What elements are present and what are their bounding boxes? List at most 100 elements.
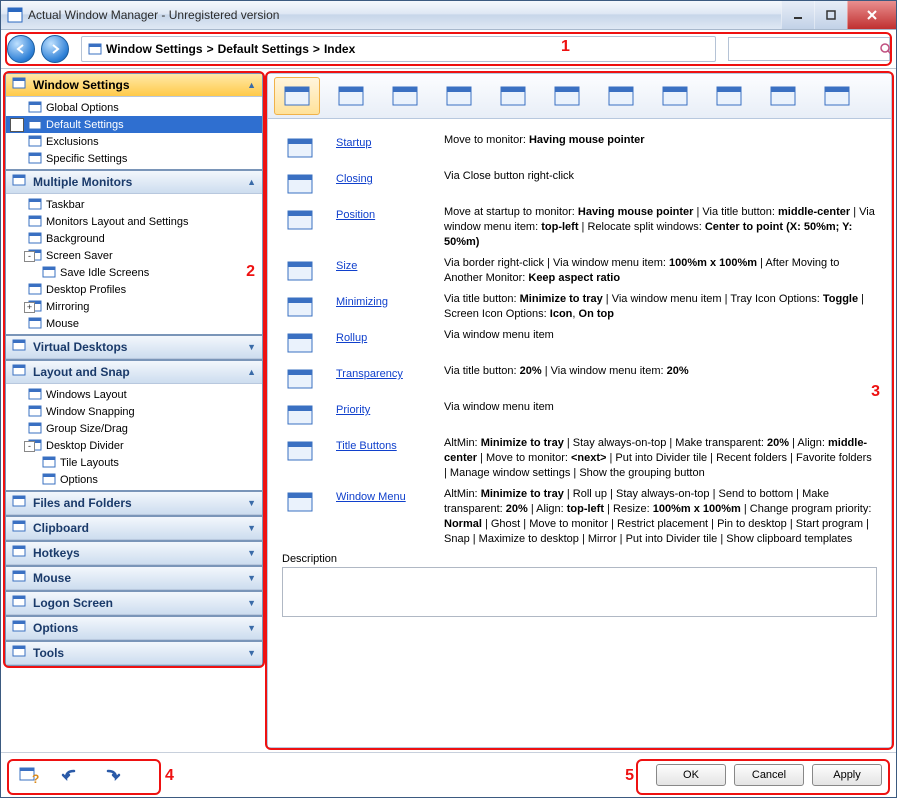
windowmenu-link[interactable]: Window Menu [336, 491, 406, 503]
minimizing-desc: Via title button: Minimize to tray | Via… [444, 292, 877, 322]
apply-button[interactable]: Apply [812, 764, 882, 786]
annotation-4: 4 [165, 767, 174, 785]
breadcrumb[interactable]: Window Settings > Default Settings > Ind… [81, 36, 716, 62]
item-label: Desktop Profiles [46, 284, 126, 296]
sidebar-item-group-size/drag[interactable]: Group Size/Drag [6, 420, 262, 437]
setting-row-transparency: Transparency Via title button: 20% | Via … [282, 364, 877, 394]
toolbar-closing-button[interactable] [382, 77, 428, 115]
item-label: Mirroring [46, 301, 89, 313]
closing-link[interactable]: Closing [336, 173, 373, 185]
startup-icon [282, 133, 318, 163]
panel-header-layout-and-snap[interactable]: Layout and Snap▲ [6, 361, 262, 384]
item-icon [28, 283, 42, 297]
panel-header-clipboard[interactable]: Clipboard▼ [6, 517, 262, 540]
panel-icon [12, 364, 28, 380]
toolbar-position-button[interactable] [436, 77, 482, 115]
help-button[interactable]: ? [15, 762, 43, 788]
toolbar-transparency-button[interactable] [652, 77, 698, 115]
sidebar-item-windows-layout[interactable]: Windows Layout [6, 386, 262, 403]
panel-header-tools[interactable]: Tools▼ [6, 642, 262, 665]
toolbar-title-buttons-button[interactable] [760, 77, 806, 115]
annotation-5: 5 [625, 767, 634, 785]
toolbar-window-menu-button[interactable] [814, 77, 860, 115]
sidebar-item-specific-settings[interactable]: Specific Settings [6, 150, 262, 167]
rollup-link[interactable]: Rollup [336, 332, 367, 344]
panel-title: Window Settings [33, 78, 130, 92]
priority-link[interactable]: Priority [336, 404, 370, 416]
toolbar-minimizing-button[interactable] [544, 77, 590, 115]
size-link[interactable]: Size [336, 260, 357, 272]
panel-icon [12, 570, 28, 586]
toolbar-index-button[interactable] [274, 77, 320, 115]
checkbox-icon: ✓ [10, 118, 24, 132]
titlebuttons-link[interactable]: Title Buttons [336, 440, 397, 452]
sidebar-item-exclusions[interactable]: Exclusions [6, 133, 262, 150]
position-link[interactable]: Position [336, 209, 375, 221]
description-textarea[interactable] [282, 567, 877, 617]
sidebar-item-mirroring[interactable]: + Mirroring [6, 298, 262, 315]
panel-header-window-settings[interactable]: Window Settings▲ [6, 74, 262, 97]
cancel-button[interactable]: Cancel [734, 764, 804, 786]
toolbar-rollup-button[interactable] [598, 77, 644, 115]
sidebar-item-background[interactable]: Background [6, 230, 262, 247]
panel-header-options[interactable]: Options▼ [6, 617, 262, 640]
panel-icon [12, 495, 28, 511]
search-input[interactable] [729, 43, 879, 55]
sidebar-item-save-idle-screens[interactable]: Save Idle Screens [6, 264, 262, 281]
item-label: Default Settings [46, 119, 124, 131]
closing-icon [390, 83, 420, 109]
panel-header-virtual-desktops[interactable]: Virtual Desktops▼ [6, 336, 262, 359]
minimizing-link[interactable]: Minimizing [336, 296, 388, 308]
tree-toggle[interactable]: + [24, 302, 35, 313]
panel-header-mouse[interactable]: Mouse▼ [6, 567, 262, 590]
search-icon[interactable] [879, 42, 893, 56]
chevron-icon: ▼ [247, 523, 256, 533]
sidebar-item-desktop-profiles[interactable]: Desktop Profiles [6, 281, 262, 298]
panel-header-hotkeys[interactable]: Hotkeys▼ [6, 542, 262, 565]
redo-button[interactable] [99, 762, 127, 788]
breadcrumb-seg: Default Settings [218, 42, 309, 56]
toolbar-size-button[interactable] [490, 77, 536, 115]
minimize-button[interactable] [781, 1, 814, 29]
chevron-icon: ▼ [247, 498, 256, 508]
sidebar-item-monitors-layout-and-settings[interactable]: Monitors Layout and Settings [6, 213, 262, 230]
item-icon [42, 456, 56, 470]
close-button[interactable] [847, 1, 896, 29]
transparency-desc: Via title button: 20% | Via window menu … [444, 364, 877, 379]
chevron-icon: ▼ [247, 623, 256, 633]
item-label: Global Options [46, 102, 119, 114]
forward-button[interactable] [41, 35, 69, 63]
toolbar-startup-button[interactable] [328, 77, 374, 115]
undo-button[interactable] [57, 762, 85, 788]
sidebar-item-mouse[interactable]: Mouse [6, 315, 262, 332]
position-icon [444, 83, 474, 109]
item-icon [28, 135, 42, 149]
back-button[interactable] [7, 35, 35, 63]
sidebar-item-desktop-divider[interactable]: -Desktop Divider [6, 437, 262, 454]
sidebar-item-screen-saver[interactable]: -Screen Saver [6, 247, 262, 264]
toolbar-priority-button[interactable] [706, 77, 752, 115]
sidebar-item-tile-layouts[interactable]: Tile Layouts [6, 454, 262, 471]
panel-header-files-and-folders[interactable]: Files and Folders▼ [6, 492, 262, 515]
item-label: Group Size/Drag [46, 423, 128, 435]
tree-toggle[interactable]: - [24, 251, 35, 262]
titlebar: Actual Window Manager - Unregistered ver… [1, 1, 896, 30]
item-label: Monitors Layout and Settings [46, 216, 188, 228]
breadcrumb-seg: Window Settings [106, 42, 203, 56]
sidebar-item-global-options[interactable]: Global Options [6, 99, 262, 116]
panel-header-logon-screen[interactable]: Logon Screen▼ [6, 592, 262, 615]
setting-row-closing: ClosingVia Close button right-click [282, 169, 877, 199]
tree-toggle[interactable]: - [24, 441, 35, 452]
sidebar-item-options[interactable]: Options [6, 471, 262, 488]
panel-header-multiple-monitors[interactable]: Multiple Monitors▲ [6, 171, 262, 194]
footer: ? OK Cancel Apply 4 5 [1, 752, 896, 797]
ok-button[interactable]: OK [656, 764, 726, 786]
maximize-button[interactable] [814, 1, 847, 29]
startup-link[interactable]: Startup [336, 137, 371, 149]
sidebar-item-default-settings[interactable]: ✓ Default Settings [6, 116, 262, 133]
panel-title: Tools [33, 646, 64, 660]
search-box[interactable] [728, 37, 890, 61]
sidebar-item-taskbar[interactable]: Taskbar [6, 196, 262, 213]
transparency-link[interactable]: Transparency [336, 368, 403, 380]
sidebar-item-window-snapping[interactable]: Window Snapping [6, 403, 262, 420]
